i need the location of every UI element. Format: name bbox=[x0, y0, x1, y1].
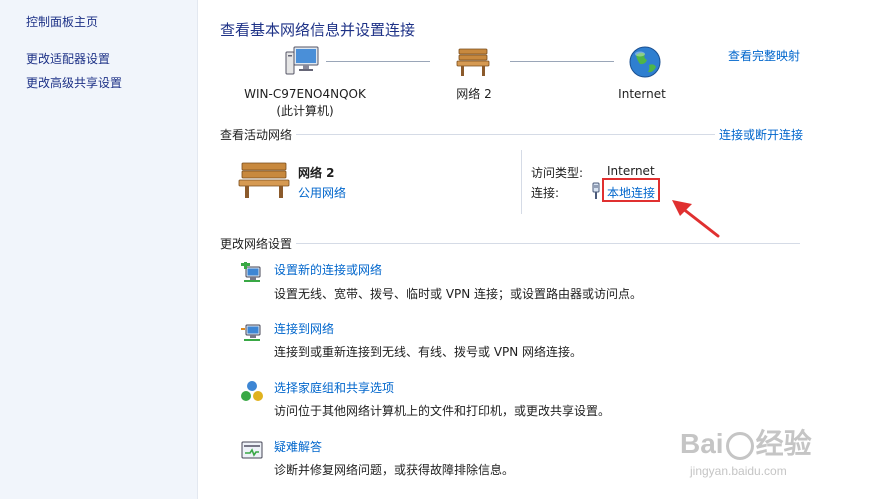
watermark-brand: Bai 经验 bbox=[680, 422, 812, 462]
ethernet-plug-icon bbox=[591, 182, 601, 200]
task-homegroup-desc: 访问位于其他网络计算机上的文件和打印机，或更改共享设置。 bbox=[274, 404, 611, 418]
map-link-network-internet bbox=[510, 61, 614, 62]
task-connect-network-link[interactable]: 连接到网络 bbox=[274, 320, 334, 337]
active-network-bench-icon bbox=[238, 160, 290, 200]
map-internet-label: Internet bbox=[618, 87, 666, 101]
red-arrow-annotation bbox=[668, 196, 724, 240]
change-settings-divider bbox=[220, 243, 800, 244]
change-settings-heading: 更改网络设置 bbox=[220, 235, 297, 252]
task-troubleshoot-link[interactable]: 疑难解答 bbox=[274, 438, 322, 455]
sidebar-item-adapter-settings[interactable]: 更改适配器设置 bbox=[26, 50, 110, 67]
active-network-separator bbox=[521, 150, 522, 214]
active-networks-divider bbox=[220, 134, 800, 135]
sidebar-item-advanced-sharing[interactable]: 更改高级共享设置 bbox=[26, 74, 122, 91]
watermark-url: jingyan.baidu.com bbox=[690, 464, 787, 478]
task-homegroup-link[interactable]: 选择家庭组和共享选项 bbox=[274, 379, 394, 396]
watermark-brand-text: Bai bbox=[680, 428, 724, 459]
local-connection-link[interactable]: 本地连接 bbox=[607, 184, 655, 201]
troubleshoot-icon bbox=[240, 439, 264, 463]
task-new-connection-desc: 设置无线、宽带、拨号、临时或 VPN 连接；或设置路由器或访问点。 bbox=[274, 287, 643, 301]
task-connect-network-desc: 连接到或重新连接到无线、有线、拨号或 VPN 网络连接。 bbox=[274, 345, 583, 359]
access-type-label: 访问类型: bbox=[531, 166, 584, 180]
active-network-name: 网络 2 bbox=[298, 166, 335, 180]
connect-network-icon bbox=[240, 321, 264, 345]
view-full-map-link[interactable]: 查看完整映射 bbox=[728, 47, 800, 64]
network-type-link[interactable]: 公用网络 bbox=[298, 184, 346, 201]
new-connection-icon bbox=[240, 260, 264, 286]
sidebar-item-control-panel-home[interactable]: 控制面板主页 bbox=[26, 13, 98, 30]
bench-network-icon bbox=[456, 46, 490, 78]
map-network-name: 网络 2 bbox=[456, 87, 492, 101]
access-type-value: Internet bbox=[607, 164, 655, 178]
connect-disconnect-link[interactable]: 连接或断开连接 bbox=[715, 126, 804, 143]
task-troubleshoot-desc: 诊断并修复网络问题，或获得故障排除信息。 bbox=[274, 463, 515, 477]
connections-label: 连接: bbox=[531, 186, 560, 200]
sidebar: 控制面板主页 更改适配器设置 更改高级共享设置 bbox=[0, 0, 198, 499]
globe-icon bbox=[628, 45, 662, 79]
homegroup-icon bbox=[240, 380, 264, 404]
map-link-computer-network bbox=[326, 61, 430, 62]
active-networks-heading: 查看活动网络 bbox=[220, 126, 297, 143]
computer-sub-label: (此计算机) bbox=[276, 104, 334, 118]
page-title: 查看基本网络信息并设置连接 bbox=[220, 21, 416, 39]
task-new-connection-link[interactable]: 设置新的连接或网络 bbox=[274, 261, 382, 278]
paw-icon bbox=[725, 431, 754, 460]
watermark-brand-suffix: 经验 bbox=[755, 428, 812, 459]
computer-icon bbox=[284, 44, 320, 80]
computer-name: WIN-C97ENO4NQOK bbox=[244, 87, 366, 101]
